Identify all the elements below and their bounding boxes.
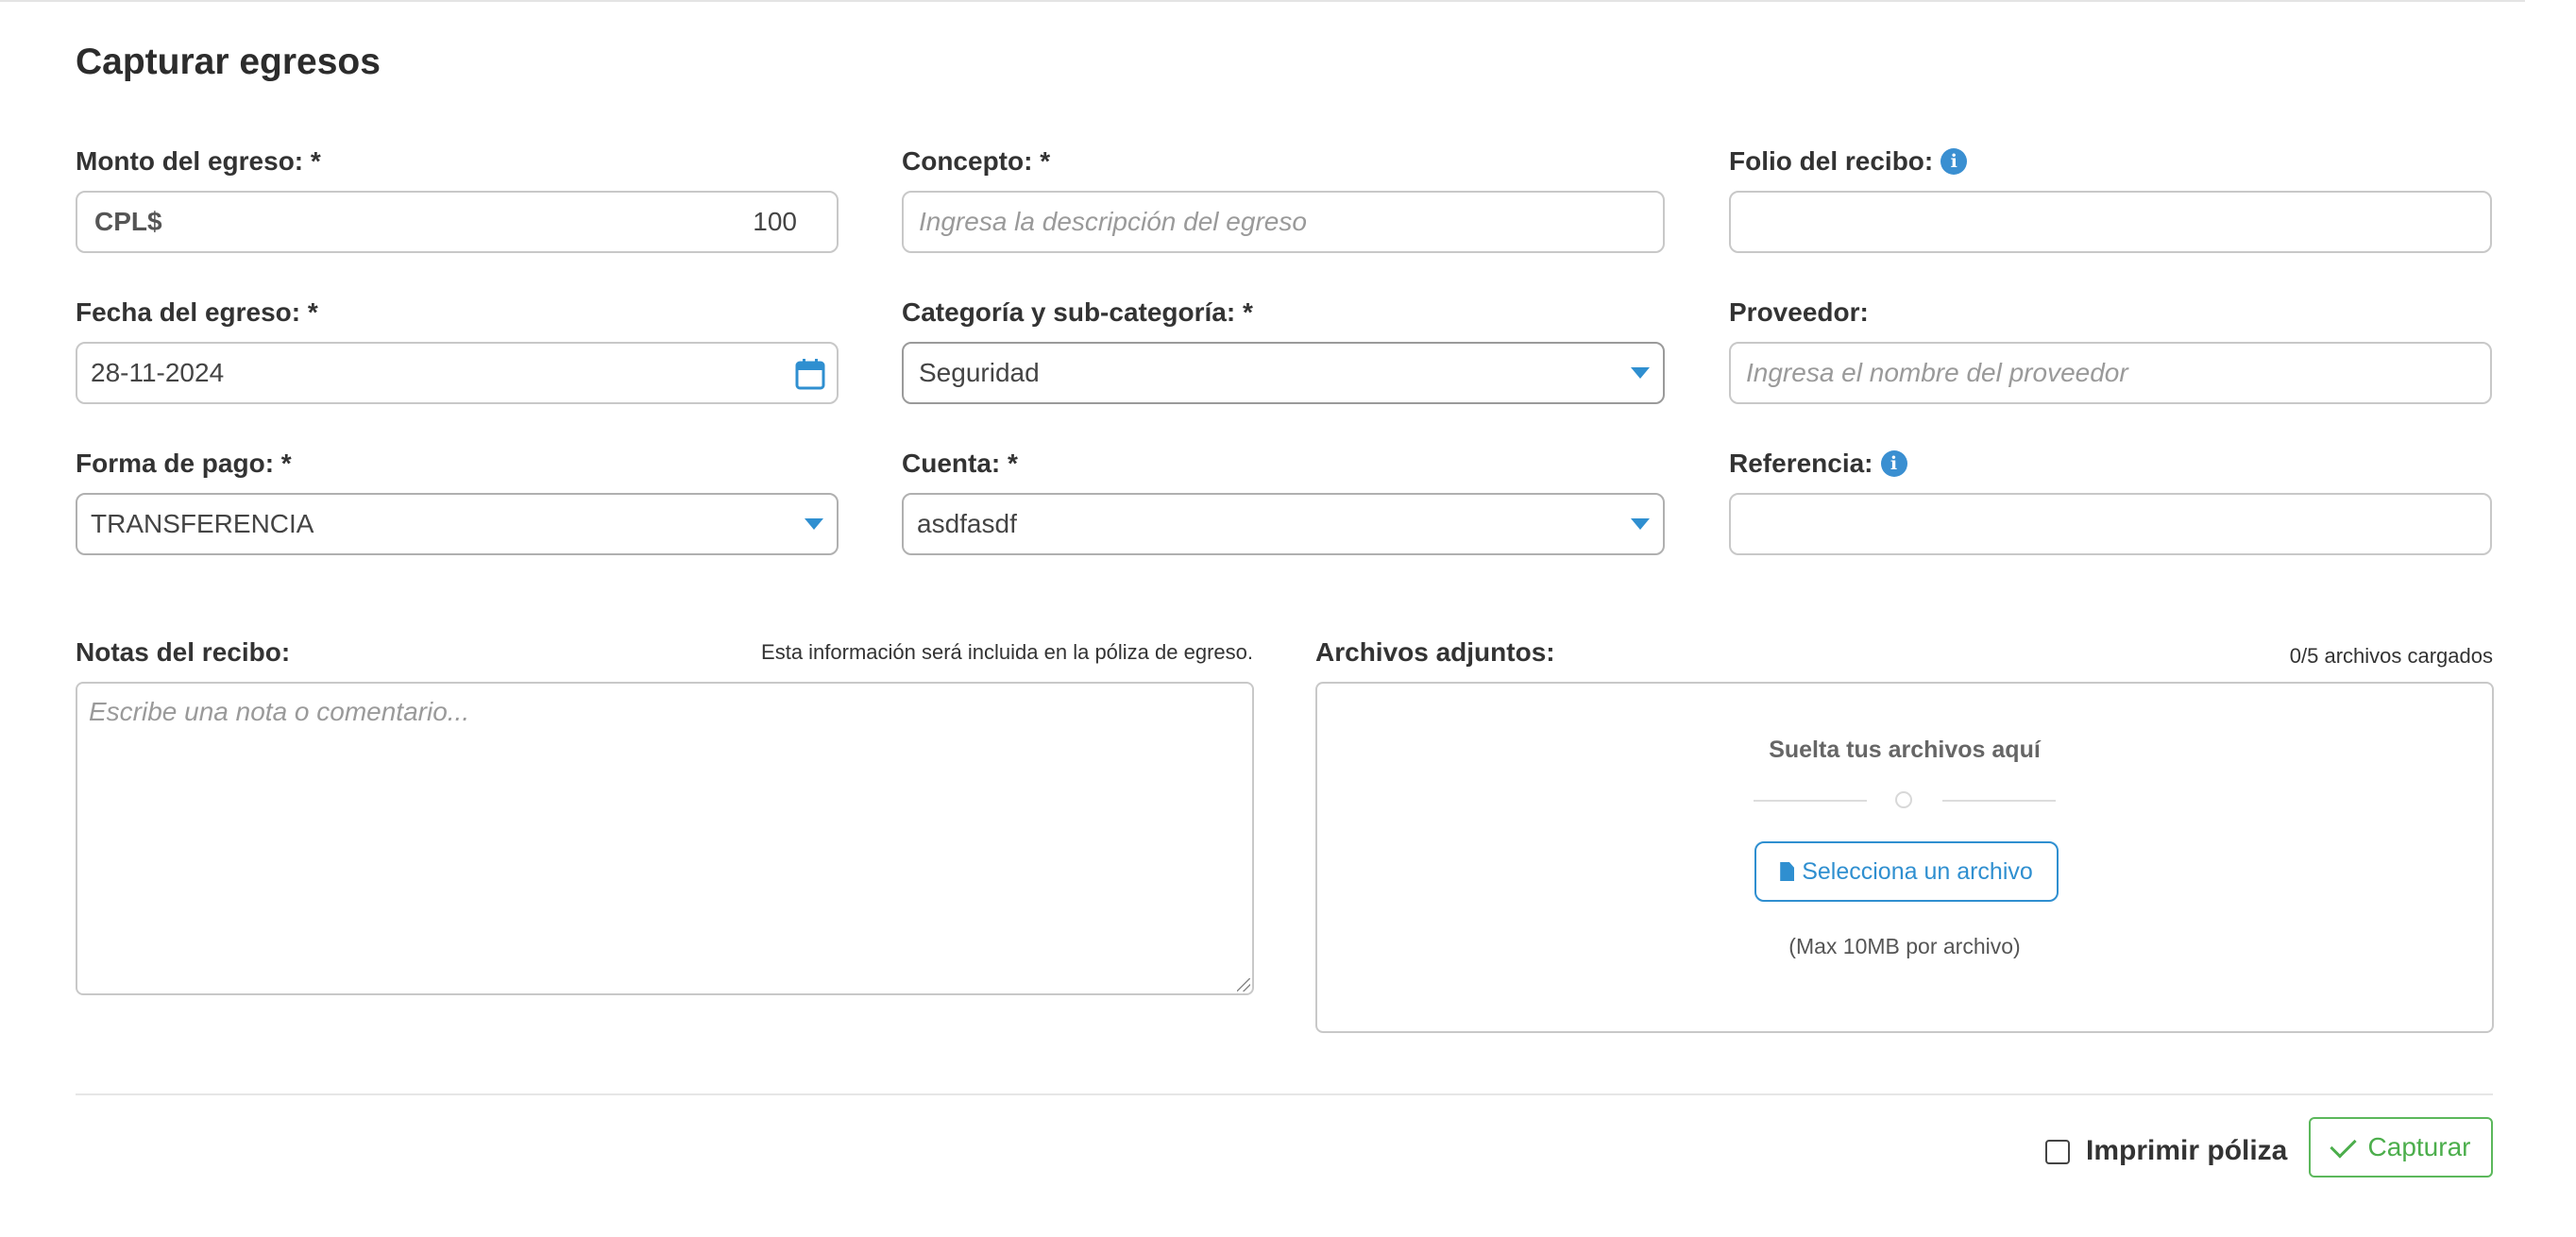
cuenta-label: Cuenta: *	[902, 449, 1018, 478]
notas-textarea[interactable]	[77, 684, 1252, 993]
info-icon[interactable]: i	[1940, 148, 1968, 175]
print-label[interactable]: Imprimir póliza	[2086, 1135, 2287, 1167]
check-icon	[2329, 1130, 2357, 1159]
info-icon[interactable]: i	[1880, 450, 1907, 477]
categoria-label: Categoría y sub-categoría: *	[902, 297, 1253, 327]
top-divider	[0, 0, 2525, 2]
separator-right	[1942, 800, 2056, 802]
resize-handle[interactable]	[1237, 978, 1250, 991]
page-title: Capturar egresos	[76, 42, 381, 82]
referencia-label: Referencia: i	[1729, 449, 1907, 479]
separator-left	[1754, 800, 1867, 802]
proveedor-field[interactable]	[1729, 342, 2492, 404]
capturar-button[interactable]: Capturar	[2309, 1117, 2493, 1178]
capturar-label: Capturar	[2367, 1132, 2471, 1161]
footer-divider	[76, 1093, 2493, 1095]
fecha-value[interactable]: 28-11-2024	[91, 358, 224, 388]
categoria-value: Seguridad	[919, 358, 1040, 387]
dropzone[interactable]: Suelta tus archivos aquí Selecciona un a…	[1315, 682, 2494, 1033]
proveedor-label: Proveedor:	[1729, 297, 1869, 327]
notas-label: Notas del recibo:	[76, 637, 291, 667]
referencia-field[interactable]	[1729, 493, 2492, 555]
fecha-label: Fecha del egreso: *	[76, 297, 318, 327]
notas-textarea-wrap[interactable]	[76, 682, 1254, 995]
monto-field[interactable]: CPL$ 100	[76, 191, 839, 253]
folio-field[interactable]	[1729, 191, 2492, 253]
concepto-input[interactable]	[917, 206, 1650, 238]
cuenta-value: asdfasdf	[917, 509, 1017, 538]
folio-input[interactable]	[1744, 206, 2477, 238]
circle-icon	[1895, 791, 1912, 808]
forma-pago-label: Forma de pago: *	[76, 449, 292, 478]
monto-value[interactable]: 100	[753, 207, 823, 237]
proveedor-input[interactable]	[1744, 357, 2477, 389]
forma-pago-select[interactable]: TRANSFERENCIA	[76, 493, 839, 555]
referencia-input[interactable]	[1744, 508, 2477, 540]
chevron-down-icon	[805, 518, 823, 530]
monto-label: Monto del egreso: *	[76, 146, 321, 176]
archivos-count: 0/5 archivos cargados	[2289, 644, 2493, 668]
dropzone-text: Suelta tus archivos aquí	[1769, 737, 2041, 763]
max-size-text: (Max 10MB por archivo)	[1788, 934, 2021, 958]
categoria-select[interactable]: Seguridad	[902, 342, 1665, 404]
fecha-field[interactable]: 28-11-2024	[76, 342, 839, 404]
chevron-down-icon	[1631, 518, 1650, 530]
notas-hint: Esta información será incluida en la pól…	[761, 640, 1253, 664]
concepto-field[interactable]	[902, 191, 1665, 253]
archivos-label: Archivos adjuntos:	[1315, 637, 1555, 667]
cuenta-select[interactable]: asdfasdf	[902, 493, 1665, 555]
select-file-button[interactable]: Selecciona un archivo	[1754, 841, 2059, 902]
forma-pago-value: TRANSFERENCIA	[91, 509, 314, 538]
currency-prefix: CPL$	[94, 207, 162, 236]
print-checkbox[interactable]	[2045, 1140, 2070, 1164]
file-icon	[1780, 862, 1795, 881]
chevron-down-icon	[1631, 367, 1650, 379]
concepto-label: Concepto: *	[902, 146, 1051, 176]
folio-label: Folio del recibo: i	[1729, 146, 1968, 177]
calendar-icon[interactable]	[795, 358, 825, 390]
select-file-label: Selecciona un archivo	[1802, 857, 2033, 885]
